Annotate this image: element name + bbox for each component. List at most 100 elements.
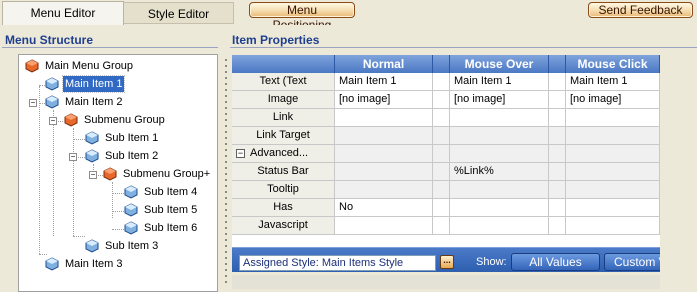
property-value[interactable]: %Link% — [450, 163, 549, 181]
property-spacer — [549, 91, 566, 109]
table-row: Link Target — [232, 127, 660, 145]
send-feedback-button[interactable]: Send Feedback — [588, 2, 693, 18]
tree-node-main-menu-group[interactable]: Main Menu Group — [25, 58, 135, 74]
tree-node-sub-item-6[interactable]: Sub Item 6 — [124, 220, 199, 236]
tree-node-label: Submenu Group+ — [123, 168, 211, 180]
collapse-toggle[interactable]: − — [69, 153, 77, 161]
tree-node-main-item-1[interactable]: Main Item 1 — [45, 75, 126, 93]
item-cube-icon — [45, 95, 59, 109]
collapse-toggle[interactable]: − — [89, 171, 97, 179]
property-value[interactable]: [no image] — [566, 91, 660, 109]
table-row-group[interactable]: − Advanced... — [232, 145, 660, 163]
item-cube-icon — [45, 77, 59, 91]
table-row: Image [no image] [no image] [no image] — [232, 91, 660, 109]
property-spacer — [433, 199, 450, 217]
menu-positioning-button[interactable]: Menu Positioning — [249, 2, 355, 32]
menu-structure-panel: Menu Structure − − − − Main Menu Group M… — [0, 25, 222, 292]
panel-edge — [660, 55, 697, 292]
assigned-style-field[interactable]: Assigned Style: Main Items Style — [239, 255, 436, 271]
menu-tree[interactable]: − − − − Main Menu Group Main Item 1 Main… — [18, 54, 218, 292]
collapse-toggle[interactable]: − — [49, 117, 57, 125]
properties-grid[interactable]: Normal Mouse Over Mouse Click Text (Text… — [232, 55, 660, 267]
table-row: Status Bar %Link% — [232, 163, 660, 181]
tree-connector — [112, 193, 124, 194]
item-cube-icon — [85, 149, 99, 163]
property-value — [450, 145, 549, 163]
panel-title: Item Properties — [232, 33, 320, 47]
property-value[interactable] — [450, 217, 549, 235]
property-spacer — [549, 127, 566, 145]
property-value[interactable]: [no image] — [335, 91, 433, 109]
property-value[interactable] — [450, 127, 549, 145]
item-cube-icon — [124, 185, 138, 199]
property-value[interactable] — [566, 109, 660, 127]
property-value[interactable] — [335, 217, 433, 235]
tree-node-sub-item-4[interactable]: Sub Item 4 — [124, 184, 199, 200]
tab-menu-editor[interactable]: Menu Editor — [2, 1, 124, 25]
property-value — [335, 145, 433, 163]
tree-node-label: Main Menu Group — [45, 60, 134, 72]
property-value[interactable] — [566, 127, 660, 145]
property-label: Has — [232, 199, 335, 217]
tree-node-submenu-group-plus[interactable]: Submenu Group+ — [103, 166, 212, 182]
property-value[interactable] — [335, 163, 433, 181]
group-label-text: Advanced... — [250, 147, 309, 159]
panel-splitter[interactable] — [222, 25, 230, 292]
tree-node-sub-item-2[interactable]: Sub Item 2 — [85, 148, 160, 164]
property-value[interactable] — [335, 181, 433, 199]
property-value[interactable] — [450, 181, 549, 199]
tree-node-sub-item-5[interactable]: Sub Item 5 — [124, 202, 199, 218]
property-spacer — [549, 217, 566, 235]
property-value[interactable] — [335, 127, 433, 145]
column-header-mouse-over: Mouse Over — [450, 55, 549, 73]
property-label: Link — [232, 109, 335, 127]
horizontal-scrollbar[interactable] — [232, 272, 660, 292]
property-label: Javascript — [232, 217, 335, 235]
column-header-mouse-click: Mouse Click — [566, 55, 660, 73]
property-spacer — [549, 109, 566, 127]
property-value[interactable]: Main Item 1 — [566, 73, 660, 91]
tree-connector — [39, 86, 40, 254]
property-value[interactable] — [450, 199, 549, 217]
collapse-icon[interactable]: − — [236, 148, 245, 158]
table-row: Javascript — [232, 217, 660, 235]
property-value[interactable]: [no image] — [450, 91, 549, 109]
item-cube-icon — [124, 221, 138, 235]
property-value[interactable] — [566, 217, 660, 235]
property-label: Tooltip — [232, 181, 335, 199]
property-spacer — [549, 163, 566, 181]
group-cube-icon — [64, 113, 78, 127]
property-value[interactable] — [566, 181, 660, 199]
property-value[interactable] — [566, 199, 660, 217]
item-cube-icon — [85, 131, 99, 145]
property-value[interactable]: No — [335, 199, 433, 217]
panel-title: Menu Structure — [5, 33, 94, 47]
property-label: Image — [232, 91, 335, 109]
tree-node-main-item-2[interactable]: Main Item 2 — [45, 94, 124, 110]
table-row: Link — [232, 109, 660, 127]
all-values-button[interactable]: All Values — [511, 253, 600, 271]
property-value[interactable]: Main Item 1 — [335, 73, 433, 91]
tree-connector — [53, 110, 54, 236]
tree-node-label: Sub Item 1 — [105, 132, 159, 144]
property-spacer — [433, 109, 450, 127]
item-properties-panel: Item Properties Normal Mouse Over Mouse … — [230, 25, 697, 292]
tree-node-label: Main Item 2 — [65, 96, 123, 108]
property-value[interactable] — [450, 109, 549, 127]
tree-node-sub-item-1[interactable]: Sub Item 1 — [85, 130, 160, 146]
property-spacer — [433, 145, 450, 163]
property-value[interactable] — [566, 163, 660, 181]
advanced-group-label[interactable]: − Advanced... — [232, 145, 335, 163]
property-spacer — [433, 163, 450, 181]
property-value[interactable] — [335, 109, 433, 127]
property-value[interactable]: Main Item 1 — [450, 73, 549, 91]
tab-style-editor[interactable]: Style Editor — [124, 2, 234, 24]
property-spacer — [433, 73, 450, 91]
tree-node-main-item-3[interactable]: Main Item 3 — [45, 256, 124, 272]
browse-style-button[interactable]: ... — [440, 255, 454, 269]
tree-node-submenu-group[interactable]: Submenu Group — [64, 112, 167, 128]
tree-node-label: Sub Item 5 — [144, 204, 198, 216]
tree-node-sub-item-3[interactable]: Sub Item 3 — [85, 238, 160, 254]
scrollbar-track[interactable] — [232, 275, 660, 289]
collapse-toggle[interactable]: − — [29, 99, 37, 107]
